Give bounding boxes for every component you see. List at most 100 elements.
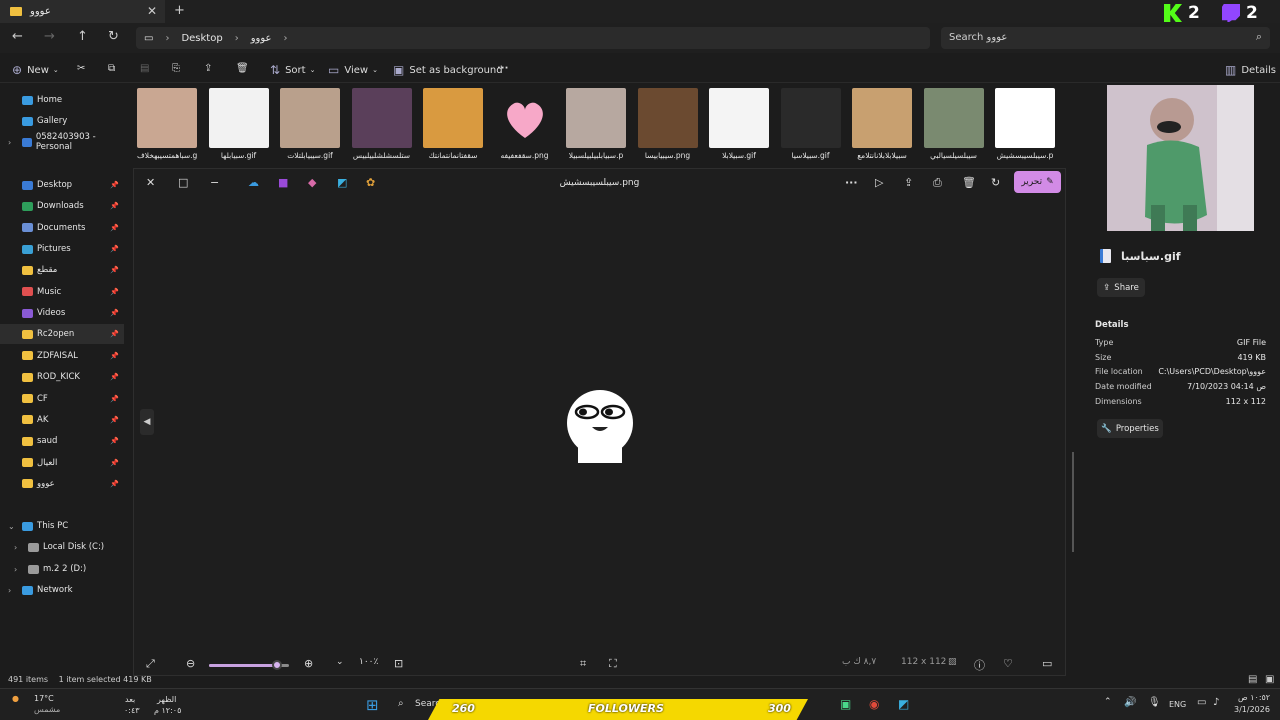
zoom-in-icon[interactable]: ⊕ [304,657,313,670]
zoom-level[interactable]: ١٠٠٪ [359,657,378,667]
speaker-icon[interactable]: ♪ [1213,697,1219,708]
back-arrow-icon[interactable]: ← [12,29,23,44]
up-arrow-icon[interactable]: ↑ [77,29,88,44]
sidebar-pinned-item[interactable]: ZDFAISAL 📌 [0,346,124,366]
chevron-down-icon[interactable]: ⌄ [336,657,344,667]
file-thumbnail[interactable]: سيبلسيلسيالبي [923,88,984,160]
file-thumbnail[interactable]: سبيابلها.gif [208,88,269,160]
sidebar-pinned-item[interactable]: Downloads 📌 [0,196,124,216]
sidebar-item-drive[interactable]: › Local Disk (C:) [0,537,124,557]
refresh-icon[interactable]: ↻ [108,29,119,44]
tiles-view-icon[interactable]: ▣ [1265,674,1274,685]
details-pane-button[interactable]: ▥ Details [1225,63,1276,77]
tab-current-folder[interactable]: عووو ✕ [0,0,165,23]
sidebar-pinned-item[interactable]: عووو 📌 [0,474,124,494]
zoom-slider-knob[interactable] [272,660,282,670]
file-thumbnail[interactable]: سقفعفيفه.png [494,88,555,160]
microphone-icon[interactable]: 🎙 [1148,697,1161,708]
rotate-icon[interactable]: ↻ [991,176,1000,189]
chevron-down-icon[interactable]: ⌄ [8,522,15,531]
search-input[interactable]: Search عووو ⌕ [941,27,1270,49]
sidebar-item-onedrive[interactable]: › 0582403903 - Personal [0,132,124,152]
edit-button[interactable]: تحرير ✎ [1014,171,1061,193]
sidebar-item-home[interactable]: Home [0,90,124,110]
fullscreen-icon[interactable]: ⤢ [146,657,155,671]
sidebar-pinned-item[interactable]: Rc2open 📌 [0,324,124,345]
share-button[interactable]: ⇪ Share [1097,278,1145,297]
sidebar-item-drive[interactable]: ⌄ This PC [0,516,124,536]
app-icon[interactable]: ▣ [840,697,851,711]
favorite-heart-icon[interactable]: ♡ [1003,657,1013,670]
sidebar-pinned-item[interactable]: ROD_KICK 📌 [0,367,124,387]
clock-date[interactable]: 3/1/2026 [1234,705,1270,714]
sidebar-pinned-item[interactable]: Pictures 📌 [0,239,124,259]
previous-image-button[interactable]: ◀ [140,409,154,435]
share-icon[interactable]: ⇪ [904,176,913,189]
file-thumbnail[interactable]: سبيابلبيلبيلسبيلا.p [566,88,626,160]
slideshow-icon[interactable]: ▷ [875,176,883,189]
zoom-out-icon[interactable]: ⊖ [186,657,195,670]
windows-start-icon[interactable]: ⊞ [366,696,379,714]
chrome-icon[interactable]: ◉ [869,697,879,711]
breadcrumb-folder[interactable]: عووو [251,33,272,44]
weather-temp[interactable]: 17°C [34,694,54,703]
clock-time[interactable]: ١٠:٥٢ ص [1238,693,1270,702]
new-button[interactable]: ⊕ New ⌄ [12,63,59,77]
view-button[interactable]: ▭ View ⌄ [328,63,378,77]
chevron-right-icon[interactable]: › [8,586,11,595]
language-indicator[interactable]: ENG [1169,700,1186,709]
sort-button[interactable]: ⇅ Sort ⌄ [270,63,315,77]
rename-icon[interactable]: ⎘ [172,63,180,74]
chevron-right-icon[interactable]: › [14,543,17,552]
forward-arrow-icon[interactable]: → [44,29,55,44]
info-icon[interactable]: ⓘ [974,657,985,673]
sidebar-pinned-item[interactable]: Documents 📌 [0,218,124,238]
more-options-icon[interactable]: ··· [845,176,858,189]
set-as-background-button[interactable]: ▣ Set as background [393,63,503,77]
visual-search-icon[interactable]: ⌗ [580,657,586,671]
sidebar-pinned-item[interactable]: Videos 📌 [0,303,124,323]
sidebar-item-drive[interactable]: › Network [0,580,124,600]
file-thumbnail[interactable]: سبيلابلا.gif [709,88,769,160]
breadcrumb-desktop[interactable]: Desktop [181,33,222,44]
file-thumbnail[interactable]: سبيلاسيا.gif [780,88,841,160]
breadcrumb[interactable]: ▭ › Desktop › عووو › [136,27,930,49]
file-thumbnail[interactable]: سيبلسيبسشيش.p [995,88,1055,160]
network-icon[interactable]: ▭ [1197,697,1206,708]
file-thumbnail[interactable]: سباهمتسيبهخلاف.gif [137,88,197,160]
chevron-up-icon[interactable]: ⌃ [1104,697,1112,707]
crop-icon[interactable]: ⛶ [609,657,617,671]
scrollbar-thumb[interactable] [1072,452,1074,552]
new-tab-button[interactable]: + [174,3,185,18]
print-icon[interactable]: ⎙ [933,176,942,190]
chevron-right-icon[interactable]: › [14,565,17,574]
sidebar-pinned-item[interactable]: العيال 📌 [0,453,124,473]
file-thumbnail[interactable]: سبيلابلابلانانتلامع [852,88,912,160]
file-thumbnail[interactable]: سيبيابيسا.png [637,88,698,160]
sidebar-pinned-item[interactable]: saud 📌 [0,431,124,451]
paint-icon[interactable]: ◩ [898,697,909,711]
delete-icon[interactable]: 🗑 [236,63,249,74]
sidebar-item-gallery[interactable]: Gallery [0,111,124,131]
sidebar-item-drive[interactable]: › m.2 2 (D:) [0,559,124,579]
zoom-slider[interactable] [209,660,289,670]
copy-icon[interactable]: ⧉ [108,63,115,74]
filmstrip-icon[interactable]: ▭ [1042,657,1052,670]
file-thumbnail[interactable]: سقفتانمانتمانتك [423,88,483,160]
sidebar-pinned-item[interactable]: Music 📌 [0,282,124,302]
share-icon[interactable]: ⇪ [204,63,212,74]
paste-icon[interactable]: ▤ [140,63,149,74]
details-view-icon[interactable]: ▤ [1248,674,1257,685]
file-thumbnail[interactable]: سيبيابلتلات.gif [280,88,340,160]
file-thumbnail[interactable]: ستلسشلشلبيلبيس [351,88,412,160]
cut-icon[interactable]: ✂ [77,63,85,74]
delete-icon[interactable]: 🗑 [962,176,976,189]
tab-close-icon[interactable]: ✕ [147,4,157,18]
sidebar-pinned-item[interactable]: مقطع 📌 [0,260,124,280]
fit-to-window-icon[interactable]: ⊡ [394,657,403,670]
sidebar-pinned-item[interactable]: Desktop 📌 [0,175,124,195]
sidebar-pinned-item[interactable]: AK 📌 [0,410,124,430]
search-icon[interactable]: ⌕ [398,698,404,709]
more-options-icon[interactable]: ··· [497,63,508,74]
properties-button[interactable]: 🔧 Properties [1097,419,1163,438]
